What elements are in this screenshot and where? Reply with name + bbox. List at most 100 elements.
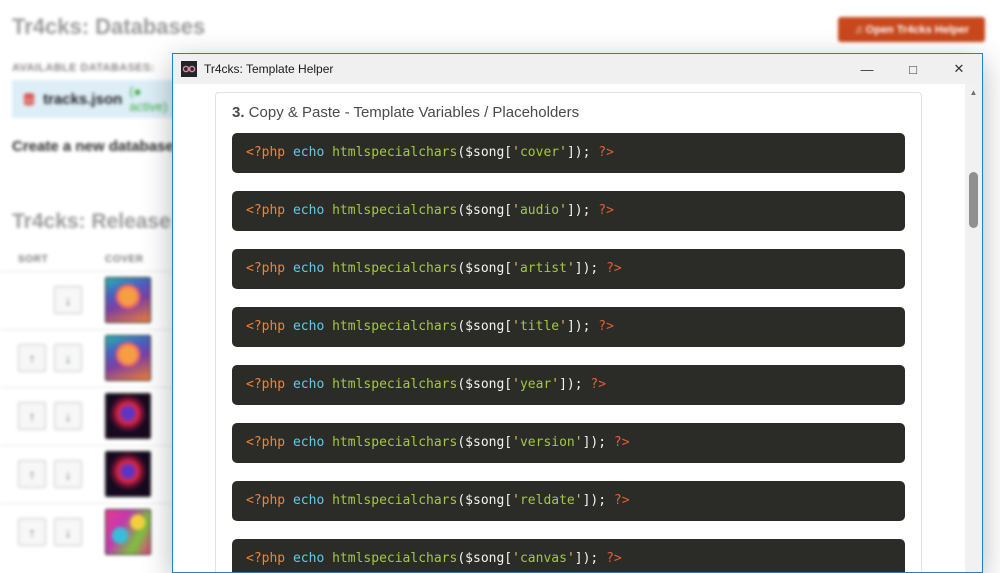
php-open-tag: <?php xyxy=(246,203,286,218)
placeholder-key: audio xyxy=(519,203,560,218)
php-args-open: ($song[ xyxy=(457,261,513,276)
template-helper-window: Tr4cks: Template Helper — □ ✕ 3. Copy & … xyxy=(172,53,983,573)
php-function: htmlspecialchars xyxy=(324,435,458,450)
quote-mark: ' xyxy=(574,493,583,508)
code-snippet-audio[interactable]: <?php echo htmlspecialchars($song['audio… xyxy=(232,191,905,231)
close-button[interactable]: ✕ xyxy=(936,54,982,84)
php-args-close: ]); xyxy=(559,377,591,392)
placeholder-key: version xyxy=(519,435,575,450)
window-title: Tr4cks: Template Helper xyxy=(204,62,334,76)
quote-mark: ' xyxy=(559,319,567,334)
php-args-close: ]); xyxy=(574,551,607,566)
maximize-button[interactable]: □ xyxy=(890,54,936,84)
placeholder-key: title xyxy=(519,319,560,334)
placeholder-key: artist xyxy=(519,261,567,276)
php-keyword: echo xyxy=(285,319,325,334)
php-open-tag: <?php xyxy=(246,551,286,566)
php-args-close: ]); xyxy=(566,203,599,218)
move-down-button[interactable]: ↓ xyxy=(54,460,82,488)
move-up-button[interactable]: ↑ xyxy=(18,460,46,488)
php-function: htmlspecialchars xyxy=(324,377,458,392)
quote-mark: ' xyxy=(512,319,520,334)
open-helper-button[interactable]: ♫ Open Tr4cks Helper xyxy=(838,17,985,42)
move-down-button[interactable]: ↓ xyxy=(54,344,82,372)
php-args-close: ]); xyxy=(566,145,599,160)
quote-mark: ' xyxy=(566,551,575,566)
placeholder-key: cover xyxy=(519,145,560,160)
move-down-button[interactable]: ↓ xyxy=(54,402,82,430)
quote-mark: ' xyxy=(512,203,520,218)
move-down-button[interactable]: ↓ xyxy=(54,518,82,546)
album-cover xyxy=(105,393,151,439)
window-titlebar[interactable]: Tr4cks: Template Helper — □ ✕ xyxy=(173,54,982,84)
php-close-tag: ?> xyxy=(590,377,607,392)
php-keyword: echo xyxy=(285,145,325,160)
database-row-tracks-json[interactable]: tracks.json (● active) xyxy=(12,80,180,118)
database-icon xyxy=(23,92,35,106)
php-close-tag: ?> xyxy=(613,435,630,450)
page-title-databases: Tr4cks: Databases xyxy=(12,14,206,39)
modal-scrollbar[interactable]: ▲ xyxy=(965,84,982,572)
php-args-open: ($song[ xyxy=(457,203,513,218)
table-row: ↓ xyxy=(0,271,172,329)
database-name: tracks.json xyxy=(43,90,123,108)
code-snippet-title[interactable]: <?php echo htmlspecialchars($song['title… xyxy=(232,307,905,347)
quote-mark: ' xyxy=(559,203,567,218)
php-open-tag: <?php xyxy=(246,319,286,334)
move-up-button[interactable]: ↑ xyxy=(18,402,46,430)
scrollbar-thumb[interactable] xyxy=(969,172,978,228)
php-keyword: echo xyxy=(285,203,325,218)
release-table: SORT COVER ↓ ↑ ↓ ↑ ↓ ↑ ↓ ↑ ↓ xyxy=(0,250,172,561)
php-args-open: ($song[ xyxy=(457,145,513,160)
code-snippet-version[interactable]: <?php echo htmlspecialchars($song['versi… xyxy=(232,423,905,463)
php-args-close: ]); xyxy=(582,435,614,450)
quote-mark: ' xyxy=(574,435,583,450)
quote-mark: ' xyxy=(512,145,520,160)
quote-mark: ' xyxy=(512,261,520,276)
move-up-button[interactable]: ↑ xyxy=(18,344,46,372)
quote-mark: ' xyxy=(512,551,520,566)
move-down-button[interactable]: ↓ xyxy=(54,286,82,314)
php-args-open: ($song[ xyxy=(457,493,513,508)
album-cover xyxy=(105,451,151,497)
scroll-up-arrow-icon[interactable]: ▲ xyxy=(965,88,982,97)
code-snippet-artist[interactable]: <?php echo htmlspecialchars($song['artis… xyxy=(232,249,905,289)
code-snippet-reldate[interactable]: <?php echo htmlspecialchars($song[ 'relda… xyxy=(232,481,905,521)
table-row: ↑ ↓ xyxy=(0,329,172,387)
php-open-tag: <?php xyxy=(246,261,286,276)
minimize-button[interactable]: — xyxy=(844,54,890,84)
quote-mark: ' xyxy=(551,377,560,392)
php-open-tag: <?php xyxy=(246,493,286,508)
php-function: htmlspecialchars xyxy=(324,203,458,218)
section-number: 3. xyxy=(232,104,245,121)
php-keyword: echo xyxy=(285,493,325,508)
quote-mark: ' xyxy=(566,261,575,276)
php-keyword: echo xyxy=(285,435,325,450)
php-function: htmlspecialchars xyxy=(324,493,458,508)
code-snippet-cover[interactable]: <?php echo htmlspecialchars($song['cover… xyxy=(232,133,905,173)
php-close-tag: ?> xyxy=(613,493,630,508)
php-args-close: ]); xyxy=(574,261,607,276)
template-variables-card: 3. Copy & Paste - Template Variables / P… xyxy=(215,92,922,572)
php-keyword: echo xyxy=(285,551,325,566)
quote-mark: ' xyxy=(512,377,520,392)
quote-mark: ' xyxy=(512,435,520,450)
table-header-row: SORT COVER xyxy=(0,250,172,271)
php-close-tag: ?> xyxy=(598,203,614,218)
php-close-tag: ?> xyxy=(606,551,622,566)
php-function: htmlspecialchars xyxy=(324,261,458,276)
move-up-button[interactable]: ↑ xyxy=(18,518,46,546)
php-args-close: ]); xyxy=(582,493,614,508)
php-open-tag: <?php xyxy=(246,435,286,450)
php-close-tag: ?> xyxy=(598,145,614,160)
album-cover xyxy=(105,335,151,381)
php-args-close: ]); xyxy=(566,319,599,334)
code-snippet-year[interactable]: <?php echo htmlspecialchars($song['year'… xyxy=(232,365,905,405)
placeholder-key: canvas xyxy=(519,551,567,566)
quote-mark: ' xyxy=(559,145,567,160)
placeholder-key: reldate xyxy=(519,493,575,508)
code-snippet-canvas[interactable]: <?php echo htmlspecialchars($song['canva… xyxy=(232,539,905,572)
window-content: 3. Copy & Paste - Template Variables / P… xyxy=(173,84,982,572)
table-row: ↑ ↓ xyxy=(0,445,172,503)
php-function: htmlspecialchars xyxy=(324,551,458,566)
